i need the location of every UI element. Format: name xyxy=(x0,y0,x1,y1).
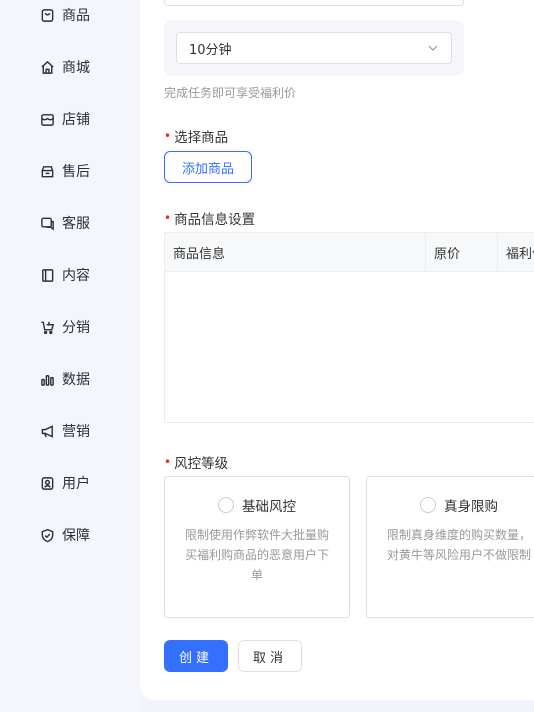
risk-option-title-text: 基础风控 xyxy=(242,499,296,515)
sidebar-item-label: 分销 xyxy=(62,320,90,336)
service-box-icon xyxy=(41,165,54,177)
time-select-value: 10分钟 xyxy=(189,42,232,58)
risk-level-label: • 风控等级 xyxy=(164,452,228,472)
sidebar-item-distribution[interactable]: 分销 xyxy=(40,315,90,339)
sidebar-item-label: 客服 xyxy=(62,216,90,232)
sidebar-item-label: 商城 xyxy=(62,60,90,76)
sidebar-item-store[interactable]: 店铺 xyxy=(40,107,90,131)
time-select-container: 10分钟 xyxy=(164,20,464,76)
sidebar-item-users[interactable]: 用户 xyxy=(40,471,90,495)
select-goods-label: • 选择商品 xyxy=(164,126,228,146)
risk-option-basic[interactable]: 基础风控 限制使用作弊软件大批量购买福利购商品的恶意用户下单 xyxy=(164,476,350,618)
sidebar-item-marketing[interactable]: 营销 xyxy=(40,419,90,443)
sidebar-item-label: 用户 xyxy=(62,476,90,492)
goods-info-label-text: 商品信息设置 xyxy=(174,212,256,228)
time-hint: 完成任务即可享受福利价 xyxy=(164,86,297,100)
risk-option-title-text: 真身限购 xyxy=(444,499,498,515)
required-mark: • xyxy=(164,211,172,225)
sidebar-item-label: 内容 xyxy=(62,268,90,284)
column-original-price: 原价 xyxy=(425,233,497,272)
sidebar: 商品 商城 店铺 售后 客服 内容 分销 数据 营销 用户 保障 xyxy=(0,0,140,712)
goods-info-table: 商品信息 原价 福利价 xyxy=(164,232,534,423)
cancel-button[interactable]: 取消 xyxy=(238,640,302,672)
sidebar-item-label: 商品 xyxy=(62,8,90,24)
megaphone-icon xyxy=(41,424,53,438)
risk-option-real-identity[interactable]: 真身限购 限制真身维度的购买数量，对黄牛等风险用户不做限制 xyxy=(366,476,534,618)
sidebar-item-guarantee[interactable]: 保障 xyxy=(40,523,90,547)
home-icon xyxy=(41,60,54,74)
table-header: 商品信息 原价 福利价 xyxy=(165,233,534,272)
required-mark: • xyxy=(164,129,172,143)
risk-option-title: 真身限购 xyxy=(367,495,534,515)
sidebar-item-data[interactable]: 数据 xyxy=(40,367,90,391)
sidebar-item-label: 保障 xyxy=(62,528,90,544)
time-select[interactable]: 10分钟 xyxy=(176,32,452,64)
previous-input[interactable] xyxy=(164,0,464,6)
required-mark: • xyxy=(164,455,172,469)
risk-option-description: 限制真身维度的购买数量，对黄牛等风险用户不做限制 xyxy=(386,528,531,562)
form-panel: 10分钟 完成任务即可享受福利价 • 选择商品 添加商品 • 商品信息设置 商品… xyxy=(140,0,534,700)
radio-button[interactable] xyxy=(218,497,234,513)
store-icon xyxy=(41,113,54,126)
bag-icon xyxy=(41,8,54,22)
bar-chart-icon xyxy=(41,374,54,386)
goods-info-label: • 商品信息设置 xyxy=(164,208,255,228)
sidebar-item-content[interactable]: 内容 xyxy=(40,263,90,287)
create-button[interactable]: 创建 xyxy=(164,640,228,672)
radio-button[interactable] xyxy=(420,497,436,513)
risk-option-title: 基础风控 xyxy=(165,495,349,515)
sidebar-item-goods[interactable]: 商品 xyxy=(40,3,90,27)
cart-icon xyxy=(41,321,55,334)
sidebar-item-customer-service[interactable]: 客服 xyxy=(40,211,90,235)
sidebar-item-after-sale[interactable]: 售后 xyxy=(40,159,90,183)
sidebar-item-label: 数据 xyxy=(62,372,90,388)
sidebar-item-label: 店铺 xyxy=(62,112,90,128)
risk-option-description: 限制使用作弊软件大批量购买福利购商品的恶意用户下单 xyxy=(184,528,329,582)
column-welfare-price: 福利价 xyxy=(497,233,534,272)
column-goods-info: 商品信息 xyxy=(173,247,226,262)
chevron-down-icon xyxy=(428,45,438,51)
sidebar-item-label: 售后 xyxy=(62,164,90,180)
add-goods-button[interactable]: 添加商品 xyxy=(164,151,252,183)
select-goods-label-text: 选择商品 xyxy=(174,130,229,146)
risk-level-label-text: 风控等级 xyxy=(174,456,229,472)
chat-icon xyxy=(41,217,54,231)
book-icon xyxy=(42,268,54,282)
sidebar-item-mall[interactable]: 商城 xyxy=(40,55,90,79)
sidebar-item-label: 营销 xyxy=(62,424,90,440)
user-icon xyxy=(41,476,54,490)
shield-icon xyxy=(41,528,54,542)
